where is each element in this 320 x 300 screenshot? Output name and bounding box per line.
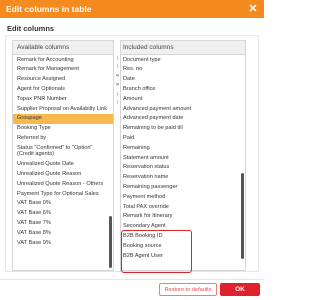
- included-column-item[interactable]: Remark for Itinerary: [121, 212, 245, 222]
- included-column-item[interactable]: Advanced payment date: [121, 114, 245, 124]
- available-column-item[interactable]: Booking Type: [13, 124, 113, 134]
- footer-divider: [0, 279, 264, 280]
- available-columns-items: Remark for Accounting Remark for Manageme…: [13, 55, 113, 248]
- included-column-item[interactable]: Statement amount: [121, 153, 245, 163]
- available-columns-list[interactable]: Available columns Remark for Accounting R…: [12, 40, 114, 271]
- available-column-item[interactable]: Remark for Management: [13, 65, 113, 75]
- included-column-item[interactable]: Payment method: [121, 192, 245, 202]
- included-column-item[interactable]: Date: [121, 75, 245, 85]
- available-column-item[interactable]: Status "Confirmed" to "Option" (Credit a…: [13, 143, 113, 159]
- included-column-item[interactable]: Reservation name: [121, 173, 245, 183]
- available-column-item[interactable]: Agent for Optionals: [13, 84, 113, 94]
- available-column-item[interactable]: VAT Base 8%: [13, 228, 113, 238]
- restore-defaults-button[interactable]: Restore to defaults: [159, 283, 217, 296]
- included-column-item[interactable]: Paid: [121, 133, 245, 143]
- available-column-item[interactable]: Unrealized Quote Reason - Others: [13, 179, 113, 189]
- available-column-item[interactable]: Supplier Proposal on Availabilty Link: [13, 104, 113, 114]
- available-column-item[interactable]: Unrealized Quote Reason: [13, 169, 113, 179]
- available-column-item[interactable]: Payment Type for Optional Sales: [13, 189, 113, 199]
- highlight-annotation: [121, 230, 192, 273]
- close-icon[interactable]: ✕: [247, 3, 259, 15]
- included-column-item[interactable]: Remaining passenger: [121, 182, 245, 192]
- available-column-item[interactable]: Unrealized Quote Date: [13, 160, 113, 170]
- available-column-item[interactable]: Topax PNR Number: [13, 94, 113, 104]
- available-column-item[interactable]: VAT Base 0%: [13, 199, 113, 209]
- available-column-item[interactable]: Groupage: [13, 113, 113, 124]
- included-columns-header: Included columns: [121, 41, 245, 55]
- included-scrollbar[interactable]: [241, 173, 244, 259]
- included-column-item[interactable]: Total PAX override: [121, 202, 245, 212]
- available-column-item[interactable]: Resource Assigned: [13, 75, 113, 85]
- ok-button[interactable]: OK: [220, 283, 260, 296]
- included-column-item[interactable]: Remaining to be paid till: [121, 124, 245, 134]
- section-title: Edit columns: [7, 24, 55, 33]
- available-scrollbar[interactable]: [109, 216, 112, 268]
- included-column-item[interactable]: Branch office: [121, 84, 245, 94]
- available-column-item[interactable]: VAT Base 7%: [13, 218, 113, 228]
- included-column-item[interactable]: Document type: [121, 55, 245, 65]
- included-column-item[interactable]: Amount: [121, 94, 245, 104]
- included-column-item[interactable]: Remaining: [121, 143, 245, 153]
- available-column-item[interactable]: Referred by: [13, 133, 113, 143]
- available-column-item[interactable]: VAT Base 9%: [13, 238, 113, 248]
- available-column-item[interactable]: VAT Base 6%: [13, 209, 113, 219]
- available-columns-header: Available columns: [13, 41, 113, 55]
- dialog-title: Edit columns in table: [6, 4, 92, 14]
- available-column-item[interactable]: Remark for Accounting: [13, 55, 113, 65]
- dialog-header: Edit columns in table ✕: [0, 0, 264, 18]
- included-column-item[interactable]: Advanced payment amount: [121, 104, 245, 114]
- included-column-item[interactable]: Reservation status: [121, 163, 245, 173]
- included-column-item[interactable]: Res. no: [121, 65, 245, 75]
